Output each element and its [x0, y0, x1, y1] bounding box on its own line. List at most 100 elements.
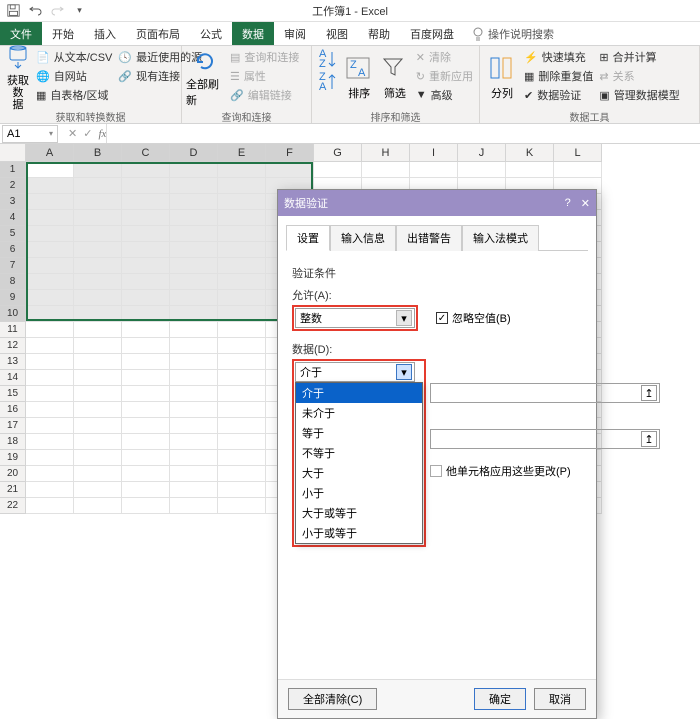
cell[interactable] — [218, 258, 266, 274]
cell[interactable] — [218, 450, 266, 466]
cell[interactable] — [74, 322, 122, 338]
redo-icon[interactable] — [50, 3, 65, 18]
range-picker-icon[interactable]: ↥ — [641, 385, 657, 401]
row-header[interactable]: 18 — [0, 434, 26, 450]
cell[interactable] — [74, 386, 122, 402]
dropdown-option[interactable]: 大于 — [296, 463, 422, 483]
cell[interactable] — [74, 290, 122, 306]
cell[interactable] — [122, 162, 170, 178]
tab-file[interactable]: 文件 — [0, 22, 42, 45]
advanced-filter-button[interactable]: ▼高级 — [414, 86, 475, 104]
cell[interactable] — [122, 434, 170, 450]
cell[interactable] — [170, 434, 218, 450]
dialog-titlebar[interactable]: 数据验证 ? ✕ — [278, 190, 596, 216]
tab-review[interactable]: 审阅 — [274, 22, 316, 45]
help-icon[interactable]: ? — [565, 197, 571, 210]
cell[interactable] — [218, 274, 266, 290]
cell[interactable] — [122, 258, 170, 274]
max-input[interactable]: ↥ — [430, 429, 660, 449]
cell[interactable] — [122, 418, 170, 434]
cell[interactable] — [122, 354, 170, 370]
cell[interactable] — [122, 194, 170, 210]
cell[interactable] — [26, 242, 74, 258]
from-table-button[interactable]: ▦自表格/区域 — [34, 86, 114, 104]
cell[interactable] — [410, 162, 458, 178]
row-header[interactable]: 13 — [0, 354, 26, 370]
data-combo[interactable]: 介于 ▾ — [295, 362, 415, 382]
cell[interactable] — [218, 178, 266, 194]
cell[interactable] — [74, 498, 122, 514]
cell[interactable] — [218, 162, 266, 178]
cell[interactable] — [218, 226, 266, 242]
apply-checkbox[interactable] — [430, 465, 442, 477]
name-box[interactable]: A1 ▾ — [2, 125, 58, 143]
cell[interactable] — [74, 242, 122, 258]
queries-button[interactable]: ▤查询和连接 — [228, 48, 301, 66]
tab-insert[interactable]: 插入 — [84, 22, 126, 45]
dropdown-option[interactable]: 介于 — [296, 383, 422, 403]
select-all-corner[interactable] — [0, 144, 26, 162]
row-header[interactable]: 14 — [0, 370, 26, 386]
clear-all-button[interactable]: 全部清除(C) — [288, 688, 377, 710]
cell[interactable] — [170, 242, 218, 258]
cell[interactable] — [218, 434, 266, 450]
col-header[interactable]: K — [506, 144, 554, 162]
cell[interactable] — [122, 178, 170, 194]
cell[interactable] — [218, 418, 266, 434]
cell[interactable] — [26, 482, 74, 498]
undo-icon[interactable] — [28, 3, 43, 18]
tell-me[interactable]: 操作说明搜索 — [464, 22, 562, 45]
ok-button[interactable]: 确定 — [474, 688, 526, 710]
dlg-tab-ime[interactable]: 输入法模式 — [462, 225, 539, 251]
cell[interactable] — [26, 162, 74, 178]
cell[interactable] — [170, 386, 218, 402]
cell[interactable] — [74, 338, 122, 354]
cell[interactable] — [26, 258, 74, 274]
cell[interactable] — [218, 210, 266, 226]
from-web-button[interactable]: 🌐自网站 — [34, 67, 114, 85]
cell[interactable] — [218, 322, 266, 338]
col-header[interactable]: B — [74, 144, 122, 162]
cell[interactable] — [122, 242, 170, 258]
cell[interactable] — [170, 162, 218, 178]
row-header[interactable]: 12 — [0, 338, 26, 354]
cell[interactable] — [74, 354, 122, 370]
tab-home[interactable]: 开始 — [42, 22, 84, 45]
close-icon[interactable]: ✕ — [581, 197, 590, 210]
reapply-button[interactable]: ↻重新应用 — [414, 67, 475, 85]
sort-za-icon[interactable]: ZA — [318, 71, 338, 93]
cell[interactable] — [74, 402, 122, 418]
dlg-tab-error[interactable]: 出错警告 — [396, 225, 462, 251]
cell[interactable] — [170, 274, 218, 290]
cell[interactable] — [218, 498, 266, 514]
tab-layout[interactable]: 页面布局 — [126, 22, 190, 45]
col-header[interactable]: C — [122, 144, 170, 162]
consolidate-button[interactable]: ⊞合并计算 — [597, 48, 681, 66]
cell[interactable] — [170, 178, 218, 194]
save-icon[interactable] — [6, 3, 21, 18]
cell[interactable] — [170, 402, 218, 418]
cell[interactable] — [26, 322, 74, 338]
row-header[interactable]: 1 — [0, 162, 26, 178]
dropdown-option[interactable]: 大于或等于 — [296, 503, 422, 523]
row-header[interactable]: 20 — [0, 466, 26, 482]
cell[interactable] — [218, 242, 266, 258]
col-header[interactable]: H — [362, 144, 410, 162]
row-header[interactable]: 6 — [0, 242, 26, 258]
dlg-tab-settings[interactable]: 设置 — [286, 225, 330, 251]
cell[interactable] — [122, 322, 170, 338]
cell[interactable] — [218, 354, 266, 370]
data-validation-button[interactable]: ✔数据验证 — [522, 86, 595, 104]
cell[interactable] — [26, 370, 74, 386]
remove-dup-button[interactable]: ▦删除重复值 — [522, 67, 595, 85]
col-header[interactable]: A — [26, 144, 74, 162]
tab-view[interactable]: 视图 — [316, 22, 358, 45]
dropdown-option[interactable]: 不等于 — [296, 443, 422, 463]
sort-az-icon[interactable]: AZ — [318, 48, 338, 70]
cell[interactable] — [26, 450, 74, 466]
cell[interactable] — [170, 498, 218, 514]
row-header[interactable]: 8 — [0, 274, 26, 290]
cell[interactable] — [74, 434, 122, 450]
props-button[interactable]: ☰属性 — [228, 67, 301, 85]
cell[interactable] — [74, 370, 122, 386]
